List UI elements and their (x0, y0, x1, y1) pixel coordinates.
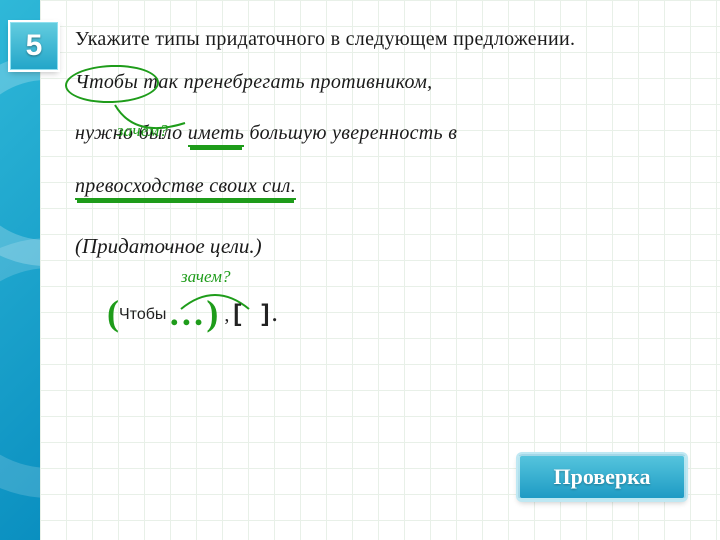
scheme-comma: , (218, 304, 233, 326)
slide-number-badge: 5 (10, 22, 58, 70)
double-underline-1: иметь (188, 122, 244, 147)
question-annotation-2: зачем? (181, 267, 231, 287)
side-decor (0, 0, 40, 540)
answer-text: (Придаточное цели.) (75, 234, 690, 259)
open-paren: ( (107, 293, 119, 333)
check-button[interactable]: Проверка (518, 454, 686, 500)
question-annotation-1: зачем? (117, 121, 168, 141)
scheme-diagram: зачем? (Чтобы…),[]. (113, 267, 690, 337)
open-bracket: [ (233, 300, 241, 327)
circled-word: Чтобы (75, 71, 138, 93)
sentence-frag-2: большую уверенность в (249, 122, 457, 144)
double-underline-2: превосходстве своих сил. (75, 175, 296, 200)
close-paren: ) (206, 293, 218, 333)
example-sentence: Чтобы так пренебрегать противником, заче… (75, 71, 690, 200)
content-area: Укажите типы придаточного в следующем пр… (75, 26, 690, 337)
task-text: Укажите типы придаточного в следующем пр… (75, 26, 690, 53)
scheme-period: . (269, 298, 278, 327)
scheme-ellipsis: … (166, 293, 206, 333)
scheme-conj: Чтобы (119, 306, 166, 323)
sentence-frag-1: так пренебрегать противником, (143, 71, 432, 93)
